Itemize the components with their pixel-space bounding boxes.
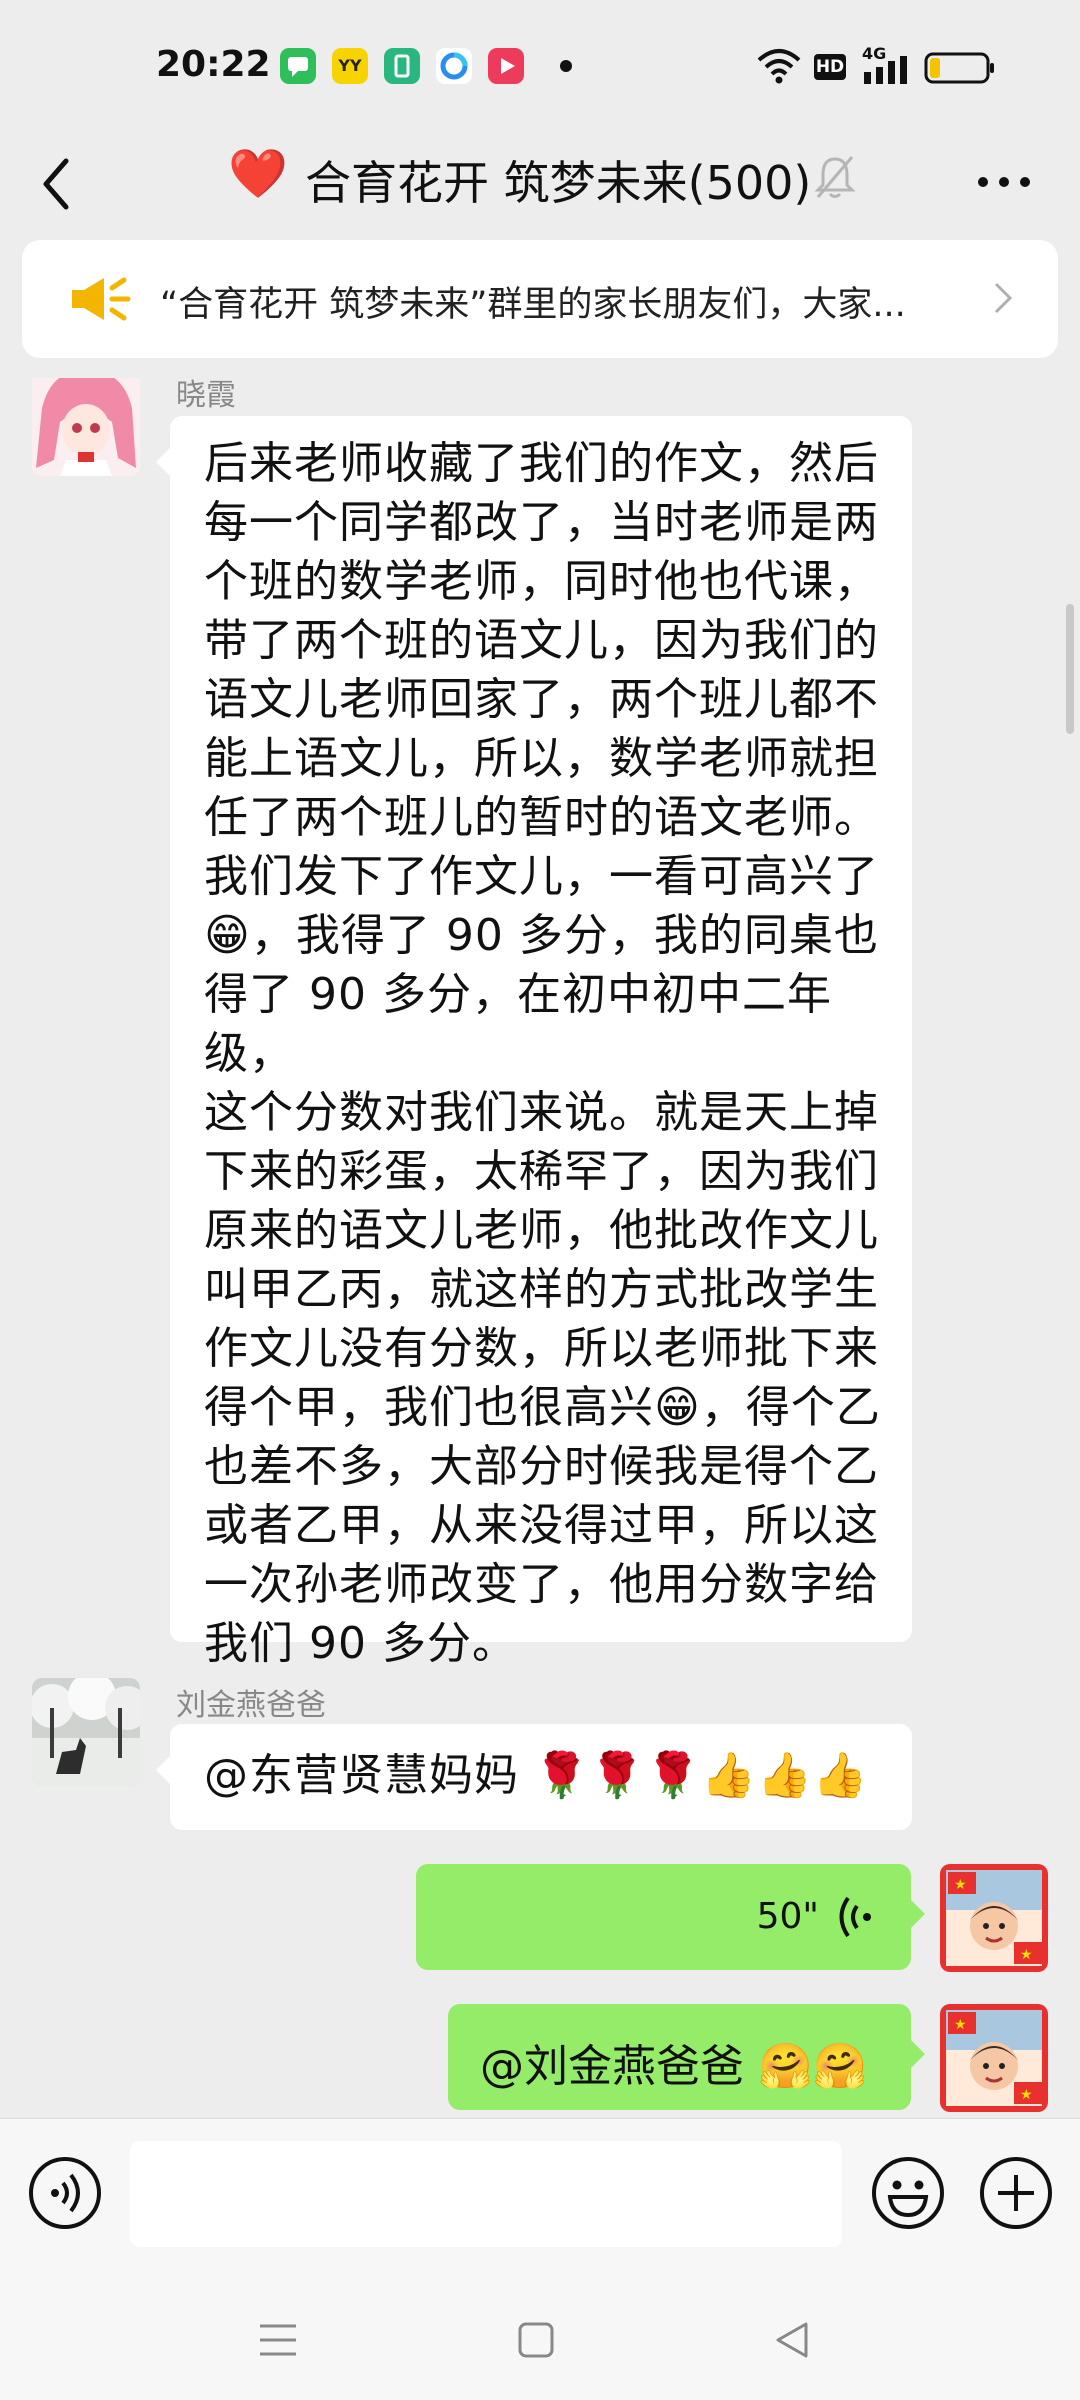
chat-header: ❤️ 合育花开 筑梦未来(500) <box>0 135 1080 235</box>
svg-text:★: ★ <box>954 1877 967 1893</box>
system-nav-bar <box>0 2278 1080 2400</box>
message-line: 原来的语文儿老师，他批改作文儿 <box>204 1205 879 1256</box>
message-list[interactable]: 晓霞 后来老师收藏了我们的作文，然后 每一个同学都改了，当时老师是两 个班的数学… <box>0 378 1080 2118</box>
mute-bell-icon <box>814 156 856 198</box>
battery-icon <box>924 52 994 84</box>
voice-input-icon[interactable] <box>27 2155 103 2231</box>
message-line: 叫甲乙丙，就这样的方式批改学生 <box>204 1264 879 1315</box>
chevron-right-icon <box>994 282 1013 314</box>
voice-duration: 50" <box>756 1896 819 1937</box>
message-line: 任了两个班儿的暂时的语文老师。 <box>204 792 879 843</box>
status-bar: 20:22 YY HD 4G <box>0 0 1080 135</box>
message-line: 这个分数对我们来说。就是天上掉 <box>204 1087 879 1138</box>
svg-text:★: ★ <box>1020 1947 1033 1963</box>
message-line: 能上语文儿，所以，数学老师就担 <box>204 733 879 784</box>
emoji-icon[interactable] <box>870 2155 946 2231</box>
signal-icon <box>864 56 907 84</box>
message-line: 下来的彩蛋，太稀罕了，因为我们 <box>204 1146 879 1197</box>
message-line: 作文儿没有分数，所以老师批下来 <box>204 1323 879 1374</box>
svg-text:★: ★ <box>954 2017 967 2033</box>
message-input[interactable] <box>130 2141 842 2247</box>
message-line: 我们 90 多分。 <box>204 1618 517 1669</box>
voice-wave-icon <box>839 1896 871 1938</box>
message-line: 带了两个班的语文儿，因为我们的 <box>204 615 879 666</box>
announcement-text: “合育花开 筑梦未来”群里的家长朋友们，大家... <box>160 285 906 325</box>
messages-app-icon <box>280 48 316 84</box>
browser-app-icon <box>436 48 472 84</box>
message-line: 😁，我得了 90 多分，我的同桌也 <box>204 910 879 961</box>
message-bubble[interactable]: @东营贤慧妈妈 🌹🌹🌹👍👍👍 <box>156 1724 912 1830</box>
back-arrow-icon[interactable] <box>34 149 78 219</box>
hd-badge: HD <box>814 54 846 80</box>
sim-app-icon <box>384 48 420 84</box>
message-line: 个班的数学老师，同时他也代课， <box>204 556 879 607</box>
message-line: 或者乙甲，从来没得过甲，所以这 <box>204 1500 879 1551</box>
avatar-me[interactable]: ★ ★ <box>940 1864 1048 1972</box>
voice-message-bubble[interactable]: 50" <box>416 1864 925 1970</box>
avatar-me[interactable]: ★ ★ <box>940 2004 1048 2112</box>
menu-nav-icon[interactable] <box>258 2322 298 2358</box>
scrollbar[interactable] <box>1066 604 1074 734</box>
svg-text:★: ★ <box>1020 2087 1033 2103</box>
input-bar <box>0 2118 1080 2279</box>
message-line: 语文儿老师回家了，两个班儿都不 <box>204 674 879 725</box>
add-more-icon[interactable] <box>978 2155 1054 2231</box>
sender-name: 刘金燕爸爸 <box>176 1688 326 1723</box>
message-line: 也差不多，大部分时候我是得个乙 <box>204 1441 879 1492</box>
back-nav-icon[interactable] <box>772 2318 812 2362</box>
message-line: 得了 90 多分，在初中初中二年级， <box>204 969 832 1079</box>
group-announcement[interactable]: “合育花开 筑梦未来”群里的家长朋友们，大家... <box>22 240 1058 358</box>
message-text: @东营贤慧妈妈 🌹🌹🌹👍👍👍 <box>204 1750 869 1801</box>
megaphone-icon <box>72 277 131 321</box>
yy-app-label: YY <box>338 56 362 75</box>
status-time: 20:22 <box>156 44 271 85</box>
message-line: 我们发下了作文儿，一看可高兴了 <box>204 851 879 902</box>
message-line: 一次孙老师改变了，他用分数字给 <box>204 1559 879 1610</box>
message-text: @刘金燕爸爸 🤗🤗 <box>480 2041 868 2092</box>
message-line: 每一个同学都改了，当时老师是两 <box>204 497 879 548</box>
message-line: 得个甲，我们也很高兴😁，得个乙 <box>204 1382 881 1433</box>
message-bubble[interactable]: @刘金燕爸爸 🤗🤗 <box>448 2004 925 2110</box>
message-bubble[interactable]: 后来老师收藏了我们的作文，然后 每一个同学都改了，当时老师是两 个班的数学老师，… <box>156 416 912 1669</box>
more-options-icon[interactable] <box>976 175 1032 189</box>
home-nav-icon[interactable] <box>516 2320 556 2360</box>
sender-name: 晓霞 <box>176 378 236 413</box>
notification-dot <box>560 60 572 72</box>
message-line: 后来老师收藏了我们的作文，然后 <box>204 438 879 489</box>
video-app-icon <box>488 48 524 84</box>
heart-emoji: ❤️ <box>228 146 288 202</box>
avatar-xiaoxia[interactable] <box>32 378 140 476</box>
yy-app-icon: YY <box>332 48 368 84</box>
chat-title: 合育花开 筑梦未来(500) <box>305 156 812 210</box>
avatar-liujinyan-dad[interactable] <box>32 1678 140 1786</box>
wifi-icon <box>757 49 801 84</box>
